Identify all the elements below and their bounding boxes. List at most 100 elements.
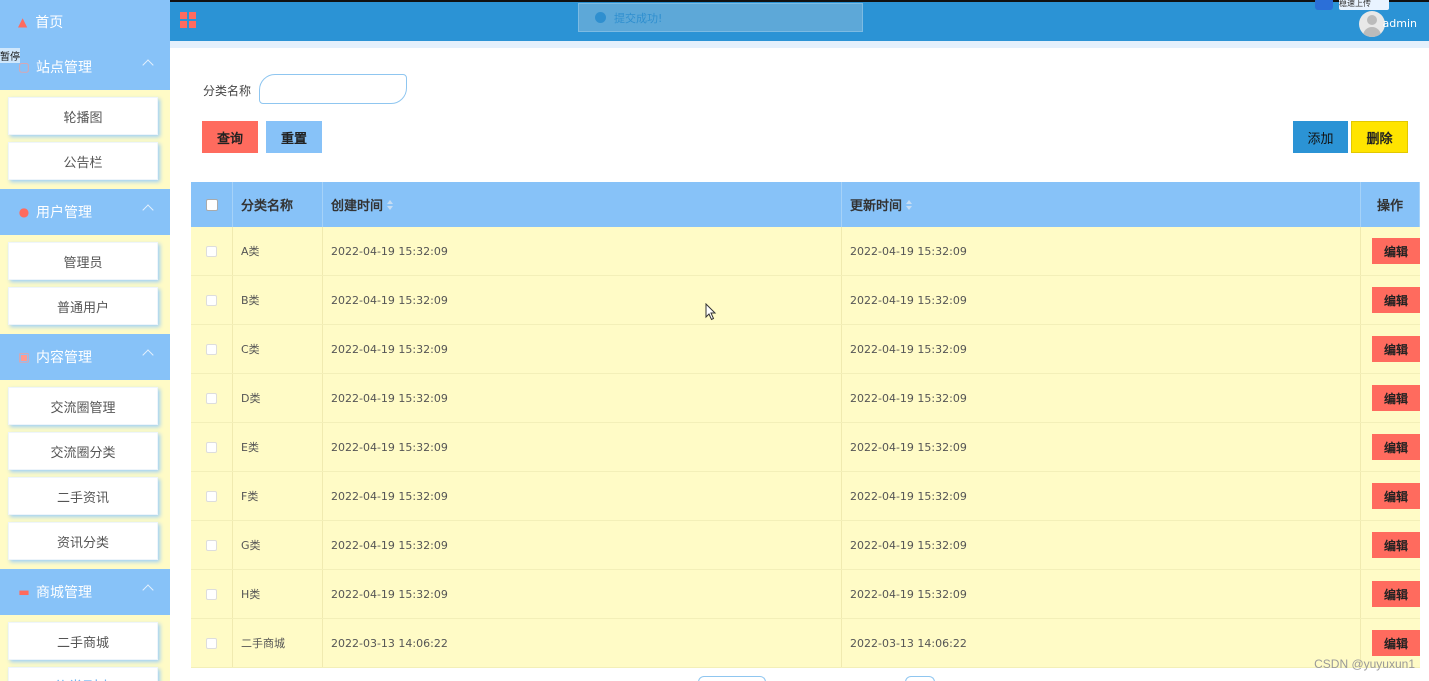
row-select-cell [191, 325, 233, 373]
cell-created-time: 2022-04-19 15:32:09 [323, 472, 842, 520]
pagination-control[interactable] [698, 676, 766, 681]
edit-button[interactable]: 编辑 [1372, 483, 1420, 509]
cell-updated-time: 2022-04-19 15:32:09 [842, 570, 1361, 618]
row-checkbox[interactable] [206, 343, 217, 355]
cell-category-name: B类 [233, 276, 323, 324]
upload-badge-label: 稳速上传 [1339, 0, 1371, 8]
edit-button[interactable]: 编辑 [1372, 434, 1420, 460]
row-checkbox[interactable] [206, 392, 217, 404]
row-select-cell [191, 423, 233, 471]
reset-button[interactable]: 重置 [266, 121, 322, 153]
row-select-cell [191, 276, 233, 324]
sidebar-group-2[interactable]: ▣ 内容管理 [0, 334, 170, 380]
sidebar-item[interactable]: 二手资讯 [8, 477, 158, 515]
table-row[interactable]: 二手商城 2022-03-13 14:06:22 2022-03-13 14:06:… [191, 619, 1420, 668]
table-row[interactable]: B类 2022-04-19 15:32:09 2022-04-19 15:32:09… [191, 276, 1420, 325]
sort-icon[interactable] [387, 199, 394, 210]
sidebar-item[interactable]: 管理员 [8, 242, 158, 280]
table-row[interactable]: G类 2022-04-19 15:32:09 2022-04-19 15:32:09… [191, 521, 1420, 570]
row-checkbox[interactable] [206, 294, 217, 306]
success-icon [595, 12, 606, 23]
add-button[interactable]: 添加 [1293, 121, 1348, 153]
header-updated-time[interactable]: 更新时间 [842, 182, 1361, 227]
upload-badge[interactable]: 稳速上传 [1339, 0, 1389, 10]
edit-button[interactable]: 编辑 [1372, 287, 1420, 313]
cell-created-time: 2022-04-19 15:32:09 [323, 570, 842, 618]
sidebar-group-items: 交流圈管理交流圈分类二手资讯资讯分类 [0, 380, 170, 569]
pagination-control[interactable] [905, 676, 935, 681]
edit-button[interactable]: 编辑 [1372, 630, 1420, 656]
sidebar-item[interactable]: 二手商城 [8, 622, 158, 660]
category-table: 分类名称 创建时间 更新时间 操作 A类 2022-04-19 15:32:09 2… [191, 182, 1420, 668]
sidebar-group-3[interactable]: ▬ 商城管理 [0, 569, 170, 615]
delete-button[interactable]: 删除 [1351, 121, 1408, 153]
sort-icon[interactable] [906, 199, 913, 210]
edit-button[interactable]: 编辑 [1372, 238, 1420, 264]
header-category-name: 分类名称 [233, 182, 323, 227]
table-row[interactable]: E类 2022-04-19 15:32:09 2022-04-19 15:32:09… [191, 423, 1420, 472]
cell-actions: 编辑 [1361, 521, 1420, 569]
sidebar-item[interactable]: 公告栏 [8, 142, 158, 180]
sidebar-group-items: 轮播图 公告栏 [0, 90, 170, 189]
header-created-time[interactable]: 创建时间 [323, 182, 842, 227]
cell-created-time: 2022-04-19 15:32:09 [323, 423, 842, 471]
category-name-input[interactable] [259, 74, 407, 104]
row-checkbox[interactable] [206, 441, 217, 453]
query-button[interactable]: 查询 [202, 121, 258, 153]
sidebar-group-items: 管理员 普通用户 [0, 235, 170, 334]
row-select-cell [191, 521, 233, 569]
sidebar-group-0[interactable]: ▢ 站点管理 [0, 44, 170, 90]
chevron-up-icon [142, 584, 154, 596]
table-row[interactable]: A类 2022-04-19 15:32:09 2022-04-19 15:32:09… [191, 227, 1420, 276]
category-name-label: 分类名称 [203, 84, 252, 98]
menu-grid-icon[interactable] [180, 12, 196, 28]
row-checkbox[interactable] [206, 539, 217, 551]
success-toast: 提交成功! [578, 3, 863, 32]
row-select-cell [191, 227, 233, 275]
table-row[interactable]: H类 2022-04-19 15:32:09 2022-04-19 15:32:09… [191, 570, 1420, 619]
edit-button[interactable]: 编辑 [1372, 336, 1420, 362]
table-row[interactable]: C类 2022-04-19 15:32:09 2022-04-19 15:32:09… [191, 325, 1420, 374]
header-updated-time-label: 更新时间 [850, 199, 903, 214]
table-header: 分类名称 创建时间 更新时间 操作 [191, 182, 1420, 227]
row-checkbox[interactable] [206, 637, 217, 649]
sidebar-item[interactable]: 分类列表 [8, 667, 158, 681]
cell-category-name: A类 [233, 227, 323, 275]
edit-button[interactable]: 编辑 [1372, 385, 1420, 411]
row-checkbox[interactable] [206, 245, 217, 257]
sidebar-home[interactable]: ▲ 首页 [0, 0, 170, 44]
cell-updated-time: 2022-04-19 15:32:09 [842, 423, 1361, 471]
sidebar-group-label: 内容管理 [36, 350, 92, 366]
cell-updated-time: 2022-04-19 15:32:09 [842, 472, 1361, 520]
header-actions-label: 操作 [1376, 199, 1403, 214]
watermark: CSDN @yuyuxun1 [1314, 657, 1415, 671]
sidebar-item[interactable]: 交流圈分类 [8, 432, 158, 470]
sidebar: ▲ 首页 ▢ 站点管理 轮播图 公告栏 ● 用户管理 管理员 普通用户 ▣ 内容管理 交流圈管理 交流… [0, 0, 170, 681]
cell-updated-time: 2022-04-19 15:32:09 [842, 325, 1361, 373]
select-all-cell [191, 182, 233, 227]
sidebar-group-1[interactable]: ● 用户管理 [0, 189, 170, 235]
select-all-checkbox[interactable] [205, 198, 218, 211]
cell-updated-time: 2022-04-19 15:32:09 [842, 276, 1361, 324]
table-body: A类 2022-04-19 15:32:09 2022-04-19 15:32:09… [191, 227, 1420, 668]
cell-actions: 编辑 [1361, 472, 1420, 520]
table-row[interactable]: D类 2022-04-19 15:32:09 2022-04-19 15:32:09… [191, 374, 1420, 423]
cell-category-name: E类 [233, 423, 323, 471]
cell-actions: 编辑 [1361, 325, 1420, 373]
edit-button[interactable]: 编辑 [1372, 581, 1420, 607]
sidebar-item[interactable]: 普通用户 [8, 287, 158, 325]
sidebar-item[interactable]: 资讯分类 [8, 522, 158, 560]
sidebar-item[interactable]: 轮播图 [8, 97, 158, 135]
cloud-upload-icon[interactable] [1315, 0, 1333, 10]
sidebar-item[interactable]: 交流圈管理 [8, 387, 158, 425]
row-checkbox[interactable] [206, 490, 217, 502]
username[interactable]: admin [1383, 17, 1417, 30]
content-icon: ▣ [18, 350, 30, 364]
table-row[interactable]: F类 2022-04-19 15:32:09 2022-04-19 15:32:09… [191, 472, 1420, 521]
cell-updated-time: 2022-04-19 15:32:09 [842, 521, 1361, 569]
row-checkbox[interactable] [206, 588, 217, 600]
cell-actions: 编辑 [1361, 374, 1420, 422]
row-select-cell [191, 472, 233, 520]
avatar[interactable] [1359, 11, 1385, 37]
edit-button[interactable]: 编辑 [1372, 532, 1420, 558]
